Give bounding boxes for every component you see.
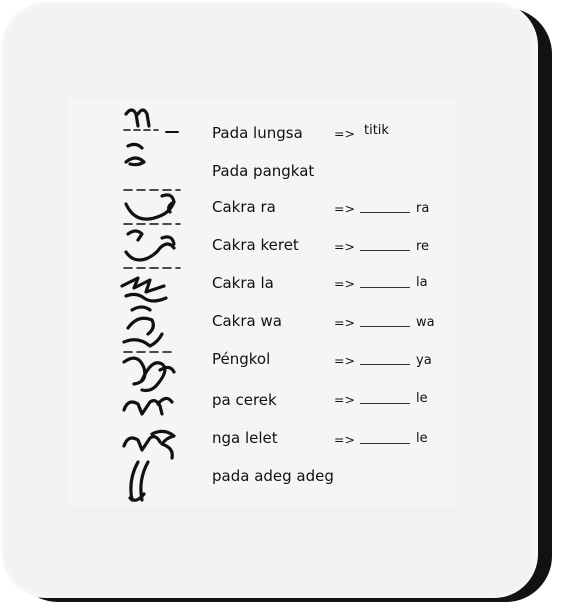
row-arrow: =>	[334, 353, 355, 368]
answer-blank	[360, 287, 410, 288]
row-value: titik	[364, 123, 389, 138]
row-label: Cakra ra	[212, 198, 276, 216]
javanese-glyph-column	[120, 108, 181, 502]
row-arrow: =>	[334, 126, 355, 141]
glyph-cakra-wa	[122, 305, 173, 353]
row-value: le	[416, 431, 428, 446]
answer-blank	[360, 364, 410, 365]
card: Pada lungsa => titik Pada pangkat Cakra …	[2, 2, 538, 598]
row-label: pada adeg adeg	[212, 467, 334, 485]
answer-blank	[360, 326, 410, 327]
glyph-pada-adeg-adeg	[128, 460, 150, 502]
row-arrow: =>	[334, 392, 355, 407]
row-label: nga lelet	[212, 429, 278, 447]
glyph-cakra-ra	[123, 189, 181, 225]
row-value: ra	[416, 201, 430, 216]
glyph-nga-lelet	[122, 429, 176, 460]
glyph-pengkol	[122, 356, 176, 393]
glyph-pa-cerek	[122, 396, 174, 416]
glyph-cakra-la	[120, 276, 168, 303]
answer-blank	[360, 212, 410, 213]
row-label: Cakra la	[212, 274, 274, 292]
row-arrow: =>	[334, 276, 355, 291]
row-label: Pada lungsa	[212, 124, 303, 142]
glyph-cakra-keret	[123, 229, 181, 269]
row-arrow: =>	[334, 201, 355, 216]
glyph-pada-lungsa	[123, 108, 179, 133]
row-value: le	[416, 391, 428, 406]
row-label: Péngkol	[212, 350, 271, 368]
row-value: wa	[416, 315, 435, 330]
row-arrow: =>	[334, 239, 355, 254]
glyph-pada-pangkat	[124, 142, 146, 167]
answer-blank	[360, 250, 410, 251]
answer-blank	[360, 403, 410, 404]
row-arrow: =>	[334, 432, 355, 447]
row-value: re	[416, 239, 430, 254]
row-label: Cakra wa	[212, 312, 282, 330]
row-label: Cakra keret	[212, 236, 299, 254]
row-arrow: =>	[334, 315, 355, 330]
row-value: la	[416, 275, 428, 290]
row-value: ya	[416, 353, 432, 368]
answer-blank	[360, 443, 410, 444]
row-label: pa cerek	[212, 391, 277, 409]
row-label: Pada pangkat	[212, 162, 315, 180]
